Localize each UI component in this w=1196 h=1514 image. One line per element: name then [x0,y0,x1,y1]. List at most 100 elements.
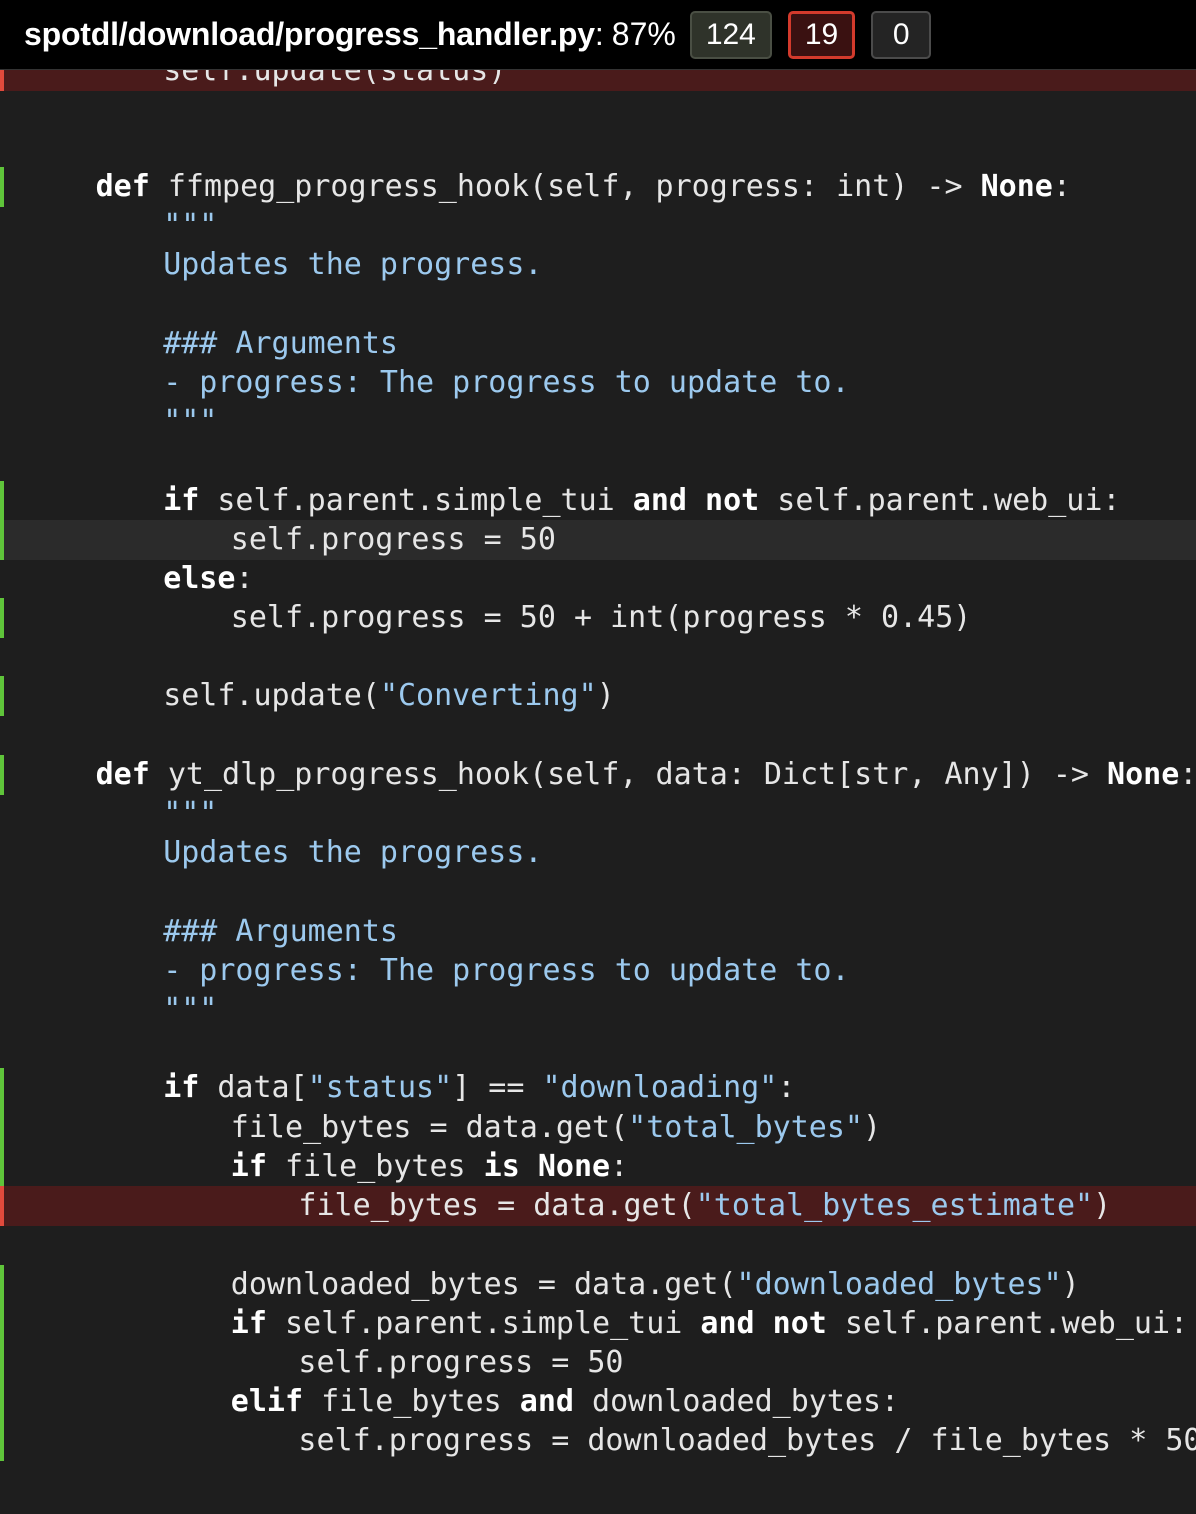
code-text: self.update("Converting") [163,676,615,716]
keyword-token: def [95,169,150,204]
code-line: ### Arguments [0,324,1196,364]
code-line: - progress: The progress to update to. [0,951,1196,991]
code-token: self.progress = downloaded_bytes / file_… [298,1423,1196,1458]
keyword-token: and [632,483,687,518]
code-text: self.progress = 50 + int(progress * 0.45… [231,598,972,638]
code-line: downloaded_bytes = data.get("downloaded_… [0,1265,1196,1305]
code-line: self.progress = 50 + int(progress * 0.45… [0,598,1196,638]
string-token: "downloaded_bytes" [736,1267,1062,1302]
docstring-token: ### Arguments [163,326,398,361]
keyword-token: if [163,483,200,518]
code-token: : [235,561,254,596]
code-text: file_bytes = data.get("total_bytes_estim… [298,1186,1111,1226]
excluded-count-button[interactable]: 0 [871,10,932,59]
code-line: """ [0,794,1196,834]
code-text: Updates the progress. [163,245,542,285]
code-line: self.progress = 50 [0,1343,1196,1383]
keyword-token: and [519,1384,574,1419]
code-token: self.update( [163,678,380,713]
code-text: """ [163,402,217,442]
code-line: if self.parent.simple_tui and not self.p… [0,481,1196,521]
code-line: self.update("Converting") [0,676,1196,716]
code-view: self.update(status) def ffmpeg_progress_h… [0,0,1196,1514]
code-line: """ [0,990,1196,1030]
code-text: def yt_dlp_progress_hook(self, data: Dic… [96,755,1196,795]
code-token: ffmpeg_progress_hook(self, progress: int… [149,169,981,204]
code-text: self.progress = 50 [231,520,556,560]
docstring-token: Updates the progress. [163,835,543,870]
code-token: self.progress = 50 + int(progress * 0.45… [230,600,972,635]
code-token: : [1052,169,1071,204]
code-token: : [610,1149,629,1184]
code-token: downloaded_bytes = data.get( [230,1267,737,1302]
code-token: ) [862,1110,882,1145]
code-line: """ [0,402,1196,442]
code-token: ) [596,678,615,713]
keyword-token: not [705,483,760,518]
header-colon: : [594,16,604,52]
keyword-token: and [700,1306,755,1341]
code-text: ### Arguments [163,324,398,364]
code-token: file_bytes [303,1384,520,1419]
code-text: file_bytes = data.get("total_bytes") [231,1108,881,1148]
code-line: elif file_bytes and downloaded_bytes: [0,1382,1196,1422]
code-text: if data["status"] == "downloading": [163,1068,795,1108]
docstring-token: """ [163,208,218,243]
string-token: "downloading" [542,1070,778,1105]
docstring-token: """ [163,404,218,439]
keyword-token: is [483,1149,520,1184]
keyword-token: elif [230,1384,304,1419]
missing-count-button[interactable]: 19 [787,10,856,59]
docstring-token: - progress: The progress to update to. [163,953,850,988]
code-token: data[ [199,1070,308,1105]
keyword-token: if [230,1306,267,1341]
code-text: self.progress = downloaded_bytes / file_… [298,1421,1196,1461]
code-line: self.progress = downloaded_bytes / file_… [0,1421,1196,1461]
code-text: """ [163,794,217,834]
code-token: yt_dlp_progress_hook(self, data: Dict[st… [149,757,1108,792]
code-line: self.progress = 50 [0,520,1196,560]
code-line: if data["status"] == "downloading": [0,1068,1196,1108]
docstring-token: - progress: The progress to update to. [163,365,850,400]
code-text: """ [163,206,217,246]
keyword-token: None [1107,757,1180,792]
code-text: if self.parent.simple_tui and not self.p… [163,481,1120,521]
keyword-token: None [537,1149,611,1184]
code-token: file_bytes = data.get( [230,1110,629,1145]
code-token: ) [1061,1267,1080,1302]
docstring-token: """ [163,796,218,831]
file-header: spotdl/download/progress_handler.py : 87… [0,0,1196,70]
code-text: if file_bytes is None: [231,1147,628,1187]
code-token: self.progress = 50 [298,1345,624,1380]
run-count-button[interactable]: 124 [689,10,772,59]
keyword-token: def [95,757,150,792]
code-text: downloaded_bytes = data.get("downloaded_… [231,1265,1080,1305]
code-token: file_bytes = data.get( [298,1188,696,1223]
keyword-token: None [980,169,1053,204]
code-line: """ [0,206,1196,246]
keyword-token: if [230,1149,267,1184]
keyword-token: not [772,1306,827,1341]
string-token: "status" [307,1070,453,1105]
code-token: self.parent.simple_tui [266,1306,701,1341]
keyword-token: else [163,561,236,596]
code-token: downloaded_bytes: [573,1384,900,1419]
string-token: "total_bytes" [628,1110,863,1145]
code-text: """ [163,990,217,1030]
code-text: elif file_bytes and downloaded_bytes: [231,1382,899,1422]
code-token: ) [1093,1188,1112,1223]
code-line: ### Arguments [0,912,1196,952]
code-text: if self.parent.simple_tui and not self.p… [231,1304,1188,1344]
code-line: - progress: The progress to update to. [0,363,1196,403]
code-line: else: [0,559,1196,599]
docstring-token: """ [163,992,218,1027]
code-token: self.progress = 50 [230,522,556,557]
file-name[interactable]: spotdl/download/progress_handler.py [24,16,595,53]
coverage-percent: 87% [611,16,676,52]
